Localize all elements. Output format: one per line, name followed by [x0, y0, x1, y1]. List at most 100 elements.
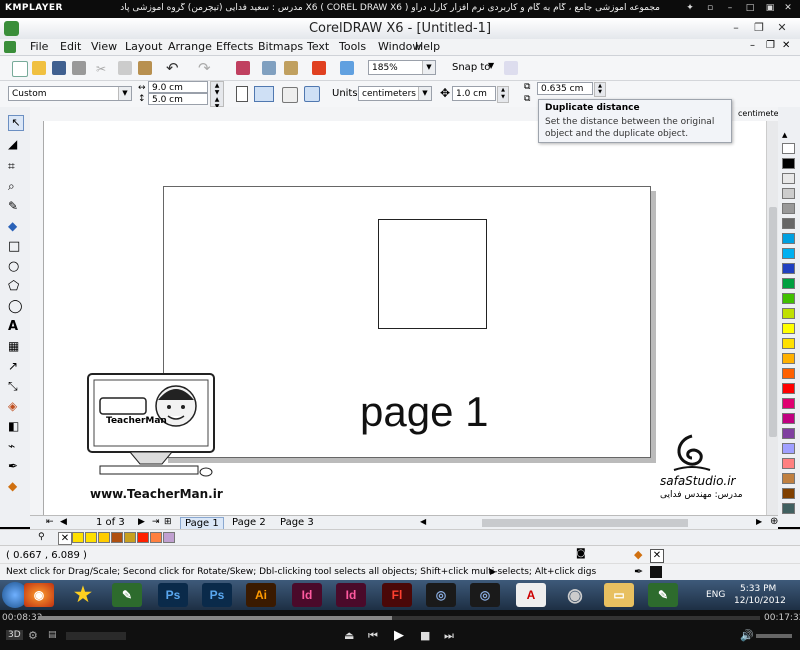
document-palette-swatch[interactable] [72, 532, 84, 543]
3d-button[interactable]: 3D [6, 630, 23, 640]
document-palette-swatch[interactable] [124, 532, 136, 543]
horizontal-scrollbar[interactable] [482, 519, 688, 527]
eyedropper-tool-icon[interactable]: ⌁ [8, 439, 22, 453]
all-pages-icon[interactable] [282, 87, 298, 103]
crop-tool-icon[interactable]: ⌗ [8, 159, 22, 173]
document-palette-swatch[interactable] [150, 532, 162, 543]
current-page-icon[interactable] [304, 86, 320, 102]
pin-icon[interactable]: ✦ [684, 3, 696, 14]
palette-swatch[interactable] [782, 233, 795, 244]
menu-arrange[interactable]: Arrange [168, 40, 212, 53]
rectangle-object[interactable] [378, 219, 487, 329]
palette-swatch[interactable] [782, 218, 795, 229]
scroll-left-icon[interactable]: ◀ [420, 517, 426, 526]
menu-window[interactable]: Help [415, 40, 440, 53]
add-page-icon[interactable]: ⊞ [164, 517, 172, 527]
redo-icon[interactable]: ↷ [198, 59, 211, 77]
settings-icon[interactable]: ▫ [704, 3, 716, 14]
tab-page-3[interactable]: Page 3 [276, 517, 318, 529]
page-height-field[interactable]: 5.0 cm [148, 93, 208, 105]
palette-swatch[interactable] [782, 158, 795, 169]
table-tool-icon[interactable]: ▦ [8, 339, 22, 353]
mode-buttons[interactable] [66, 632, 126, 640]
palette-swatch[interactable] [782, 263, 795, 274]
palette-swatch[interactable] [782, 473, 795, 484]
nudge-distance-field[interactable]: 1.0 cm [452, 86, 496, 101]
duplicate-distance-field[interactable]: 0.635 cm [537, 82, 593, 95]
maximize-icon[interactable]: □ [744, 3, 756, 14]
cut-icon[interactable]: ✂ [96, 62, 106, 76]
clock-date[interactable]: 12/10/2012 [734, 596, 786, 606]
illustrator-icon[interactable]: Ai [246, 583, 276, 607]
duplicate-spinner[interactable]: ▲ ▼ [594, 82, 606, 97]
palette-swatch[interactable] [782, 488, 795, 499]
palette-swatch[interactable] [782, 278, 795, 289]
doc-close-icon[interactable]: ✕ [782, 40, 790, 51]
eject-icon[interactable]: ⏏ [344, 629, 354, 642]
outline-color-swatch[interactable] [650, 566, 662, 578]
menu-edit[interactable]: Edit [60, 40, 81, 53]
next-icon[interactable]: ⏭ [444, 629, 454, 643]
fill-none-swatch[interactable]: ✕ [650, 549, 664, 563]
document-palette-swatch[interactable] [137, 532, 149, 543]
new-document-icon[interactable] [12, 61, 28, 77]
nudge-spinner[interactable]: ▲ ▼ [497, 86, 509, 103]
portrait-icon[interactable] [236, 86, 248, 102]
units-select[interactable]: centimeters ▼ [358, 86, 432, 101]
blend-tool-icon[interactable]: ◈ [8, 399, 22, 413]
palette-scroll-up-icon[interactable]: ▲ [782, 131, 787, 139]
document-icon[interactable] [4, 41, 16, 53]
previous-icon[interactable]: ⏮ [368, 629, 378, 643]
close-icon[interactable]: ✕ [782, 3, 794, 14]
explorer-icon[interactable]: ▭ [604, 583, 634, 607]
3dsmax-2-icon[interactable]: ◎ [470, 583, 500, 607]
palette-swatch[interactable] [782, 443, 795, 454]
polygon-tool-icon[interactable]: ⬠ [8, 279, 22, 294]
language-indicator[interactable]: ENG [706, 590, 725, 600]
menu-bitmaps[interactable]: Bitmaps [258, 40, 303, 53]
document-palette-swatch[interactable] [111, 532, 123, 543]
volume-icon[interactable]: 🔊 [740, 629, 754, 642]
indesign-2-icon[interactable]: Id [336, 583, 366, 607]
last-page-icon[interactable]: ⇥ [152, 517, 160, 527]
coreldraw-taskbar-icon[interactable]: ✎ [112, 583, 142, 607]
export-icon[interactable] [284, 61, 298, 75]
palette-swatch[interactable] [782, 173, 795, 184]
playlist-icon[interactable]: ▤ [48, 630, 57, 640]
undo-icon[interactable]: ↶ [166, 59, 179, 77]
copy-icon[interactable] [118, 61, 132, 75]
document-palette-swatch[interactable] [163, 532, 175, 543]
previous-page-icon[interactable]: ◀ [60, 517, 67, 527]
dimension-spinner[interactable]: ▲▼▲▼ [210, 81, 224, 110]
photoshop-icon[interactable]: Ps [158, 583, 188, 607]
menu-layout[interactable]: Layout [125, 40, 162, 53]
doc-minimize-icon[interactable]: – [750, 40, 755, 51]
paste-icon[interactable] [138, 61, 152, 75]
navigator-icon[interactable]: ⊕ [770, 516, 778, 527]
doc-restore-icon[interactable]: ❐ [766, 40, 775, 51]
print-icon[interactable] [72, 61, 86, 75]
publish-pdf-icon[interactable] [312, 61, 326, 75]
menu-text[interactable]: Text [307, 40, 329, 53]
document-palette-swatch[interactable] [85, 532, 97, 543]
transparency-tool-icon[interactable]: ◧ [8, 419, 22, 433]
no-color-swatch[interactable]: ✕ [58, 532, 72, 545]
color-proof-icon[interactable]: ◙ [576, 548, 586, 559]
palette-swatch[interactable] [782, 308, 795, 319]
play-icon[interactable]: ▶ [394, 628, 404, 643]
zoom-level-select[interactable]: 185% ▼ [368, 60, 436, 75]
page-text[interactable]: page 1 [360, 388, 488, 436]
flash-icon[interactable]: Fl [382, 583, 412, 607]
palette-swatch[interactable] [782, 143, 795, 154]
text-tool-icon[interactable]: A [8, 319, 22, 334]
acrobat-icon[interactable]: A [516, 583, 546, 607]
open-icon[interactable] [32, 61, 46, 75]
menu-table[interactable]: Tools [339, 40, 366, 53]
kmplayer-logo[interactable]: KMPLAYER [5, 3, 63, 13]
fill-indicator-icon[interactable]: ◆ [634, 548, 642, 561]
minimize-button[interactable]: – [727, 20, 745, 35]
menu-file[interactable]: File [30, 40, 48, 53]
rectangle-tool-icon[interactable]: □ [8, 239, 22, 254]
document-palette-swatch[interactable] [98, 532, 110, 543]
scroll-thumb[interactable] [769, 207, 777, 437]
